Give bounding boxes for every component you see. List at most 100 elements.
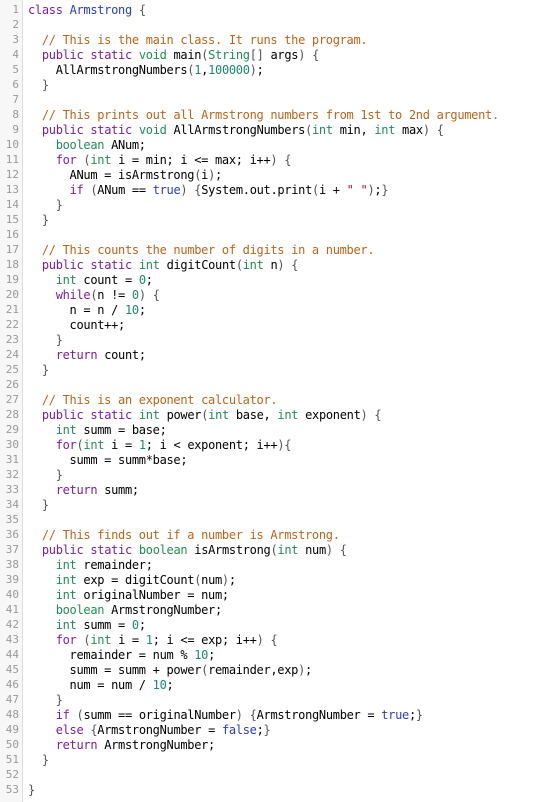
code-line: }: [55, 693, 63, 707]
line-number-gutter: 1 2 3 4 5 6 7 8 9 10 11 12 13 14 15 16 17 18 19 20 21 22 23 24 2…: [0, 0, 23, 802]
line-number: 37: [5, 543, 19, 556]
line-number: 49: [5, 723, 19, 736]
line-number: 7: [12, 93, 19, 106]
code-line: // This is the main class. It runs the p…: [41, 33, 368, 47]
code-line: for(int i = 1; i < exponent; i++){: [55, 438, 292, 452]
line-number: 22: [5, 318, 19, 331]
code-line: else {ArmstrongNumber = false;}: [55, 723, 271, 737]
code-line: summ = summ*base;: [28, 453, 188, 467]
line-number: 45: [5, 663, 19, 676]
code-line: }: [41, 363, 49, 377]
code-line: }: [41, 753, 49, 767]
line-number: 44: [5, 648, 19, 661]
code-line: public static int digitCount(int n) {: [41, 258, 299, 272]
line-number: 5: [12, 63, 19, 76]
code-line: }: [41, 78, 49, 92]
code-line: return ArmstrongNumber;: [55, 738, 216, 752]
code-line: summ = summ + power(remainder,exp);: [28, 663, 313, 677]
code-line: for (int i = 1; i <= exp; i++) {: [55, 633, 278, 647]
line-number: 53: [5, 783, 19, 796]
line-number: 18: [5, 258, 19, 271]
code-line: return summ;: [55, 483, 139, 497]
line-number: 10: [5, 138, 19, 151]
code-line: ANum = isArmstrong(i);: [28, 168, 223, 182]
code-line: public static void main(String[] args) {: [41, 48, 319, 62]
code-line: public static int power(int base, int ex…: [41, 408, 382, 422]
code-line: // This finds out if a number is Armstro…: [41, 528, 340, 542]
line-number: 29: [5, 423, 19, 436]
line-number: 34: [5, 498, 19, 511]
code-line: int remainder;: [55, 558, 153, 572]
code-line: for (int i = min; i <= max; i++) {: [55, 153, 292, 167]
line-number: 13: [5, 183, 19, 196]
code-line: }: [28, 783, 35, 797]
code-line: boolean ArmstrongNumber;: [55, 603, 223, 617]
line-number: 20: [5, 288, 19, 301]
code-line: int summ = base;: [55, 423, 167, 437]
line-number: 15: [5, 213, 19, 226]
code-line: count++;: [28, 318, 126, 332]
code-line: }: [55, 198, 63, 212]
line-number: 35: [5, 513, 19, 526]
line-number: 32: [5, 468, 19, 481]
line-number: 27: [5, 393, 19, 406]
line-number: 16: [5, 228, 19, 241]
code-line: int summ = 0;: [55, 618, 146, 632]
line-number: 38: [5, 558, 19, 571]
line-number: 28: [5, 408, 19, 421]
line-number: 17: [5, 243, 19, 256]
line-number: 11: [5, 153, 19, 166]
line-number: 52: [5, 768, 19, 781]
line-number: 43: [5, 633, 19, 646]
code-line: }: [55, 468, 63, 482]
line-number: 46: [5, 678, 19, 691]
line-number: 25: [5, 363, 19, 376]
code-line: // This counts the number of digits in a…: [41, 243, 375, 257]
code-line: remainder = num % 10;: [28, 648, 216, 662]
line-number: 26: [5, 378, 19, 391]
code-line: return count;: [55, 348, 146, 362]
line-number: 12: [5, 168, 19, 181]
line-number: 48: [5, 708, 19, 721]
code-area[interactable]: class Armstrong { // This is the main cl…: [23, 0, 499, 802]
line-number: 23: [5, 333, 19, 346]
code-line: }: [41, 498, 49, 512]
line-number: 47: [5, 693, 19, 706]
code-line: if (ANum == true) {System.out.print(i + …: [69, 183, 389, 197]
line-number: 2: [12, 18, 19, 31]
code-line: int count = 0;: [55, 273, 153, 287]
line-number: 40: [5, 588, 19, 601]
line-number: 6: [12, 78, 19, 91]
line-number: 24: [5, 348, 19, 361]
line-number: 42: [5, 618, 19, 631]
code-line: public static boolean isArmstrong(int nu…: [41, 543, 347, 557]
code-line: public static void AllArmstrongNumbers(i…: [41, 123, 444, 137]
line-number: 21: [5, 303, 19, 316]
line-number: 50: [5, 738, 19, 751]
code-line: // This is an exponent calculator.: [41, 393, 278, 407]
line-number: 14: [5, 198, 19, 211]
line-number: 8: [12, 108, 19, 121]
code-editor[interactable]: 1 2 3 4 5 6 7 8 9 10 11 12 13 14 15 16 17 18 19 20 21 22 23 24 2…: [0, 0, 534, 802]
code-line: while(n != 0) {: [55, 288, 160, 302]
code-line: }: [55, 333, 63, 347]
code-line: }: [41, 213, 49, 227]
code-line: n = n / 10;: [28, 303, 147, 317]
code-line: boolean ANum;: [55, 138, 146, 152]
line-number: 39: [5, 573, 19, 586]
code-line: AllArmstrongNumbers(1,100000);: [28, 63, 264, 77]
line-number: 9: [12, 123, 19, 136]
line-number: 19: [5, 273, 19, 286]
line-number: 3: [12, 33, 19, 46]
line-number: 30: [5, 438, 19, 451]
line-number: 1: [12, 3, 19, 16]
line-number: 36: [5, 528, 19, 541]
line-number: 4: [12, 48, 19, 61]
code-line: int exp = digitCount(num);: [55, 573, 236, 587]
code-line: if (summ == originalNumber) {ArmstrongNu…: [55, 708, 423, 722]
